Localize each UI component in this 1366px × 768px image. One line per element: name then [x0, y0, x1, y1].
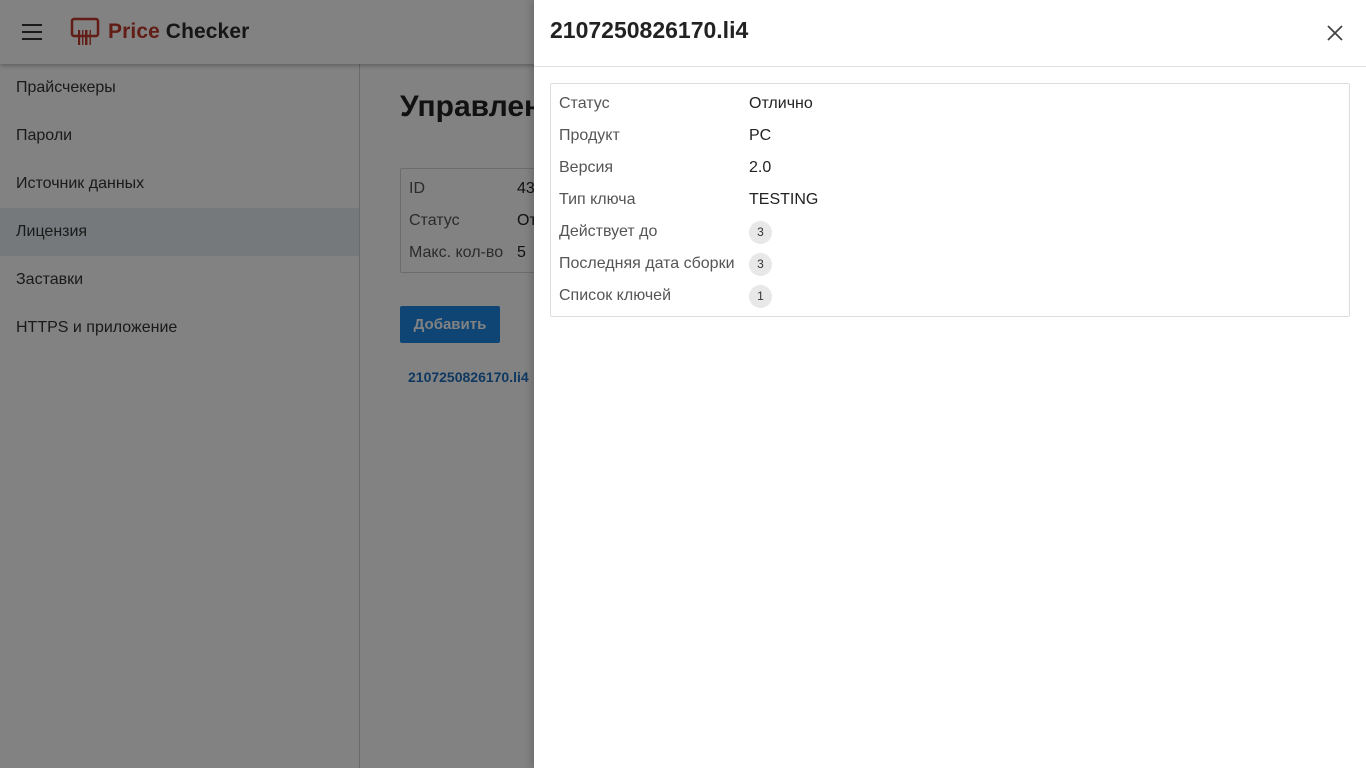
detail-label: Версия: [559, 159, 614, 176]
detail-label: Список ключей: [559, 287, 672, 304]
detail-value: TESTING: [749, 191, 819, 208]
detail-row-product: Продукт PC: [559, 120, 1341, 152]
drawer-header: 2107250826170.li4: [534, 0, 1366, 67]
count-badge[interactable]: 3: [749, 252, 772, 276]
detail-label: Действует до: [559, 223, 658, 240]
detail-row-key-list: Список ключей 1: [559, 280, 1341, 312]
detail-row-key-type: Тип ключа TESTING: [559, 184, 1341, 216]
detail-label: Последняя дата сборки: [559, 255, 735, 272]
count-badge[interactable]: 1: [749, 284, 772, 308]
close-icon[interactable]: [1320, 18, 1350, 48]
detail-value: 2.0: [749, 159, 772, 176]
license-details-table: Статус Отлично Продукт PC Версия 2.0 Тип…: [550, 83, 1350, 317]
detail-row-last-build: Последняя дата сборки 3: [559, 248, 1341, 280]
count-badge[interactable]: 3: [749, 220, 772, 244]
detail-label: Продукт: [559, 127, 620, 144]
detail-value: Отлично: [749, 95, 813, 112]
detail-row-version: Версия 2.0: [559, 152, 1341, 184]
detail-label: Статус: [559, 95, 610, 112]
detail-row-valid-until: Действует до 3: [559, 216, 1341, 248]
license-details-drawer: 2107250826170.li4 Статус Отлично Продукт…: [534, 0, 1366, 768]
detail-label: Тип ключа: [559, 191, 636, 208]
detail-value: PC: [749, 127, 772, 144]
drawer-title: 2107250826170.li4: [550, 17, 749, 43]
detail-row-status: Статус Отлично: [559, 88, 1341, 120]
